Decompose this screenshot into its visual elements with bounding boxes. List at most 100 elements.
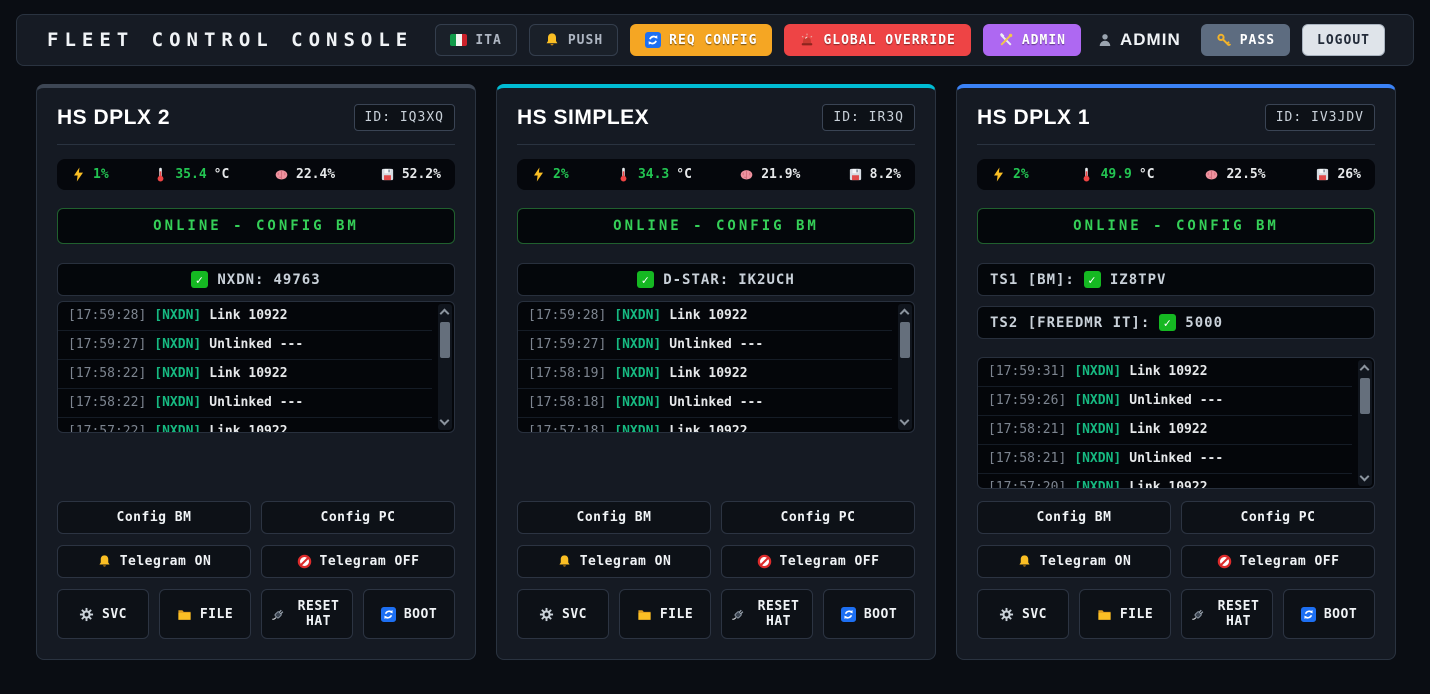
scrollbar-thumb[interactable] bbox=[1360, 378, 1370, 414]
global-override-button[interactable]: GLOBAL OVERRIDE bbox=[784, 24, 970, 56]
file-button[interactable]: FILE bbox=[1079, 589, 1171, 639]
boot-button[interactable]: BOOT bbox=[1283, 589, 1375, 639]
refresh-icon bbox=[1301, 607, 1316, 622]
disk-stat: 26% bbox=[1315, 167, 1360, 182]
log-entry: [17:59:27][NXDN]Unlinked --- bbox=[518, 331, 892, 360]
telegram-off-button[interactable]: Telegram OFF bbox=[261, 545, 455, 578]
scrollbar-thumb[interactable] bbox=[900, 322, 910, 358]
net-value: 5000 bbox=[1185, 315, 1223, 331]
admin-panel-button[interactable]: ADMIN bbox=[983, 24, 1081, 56]
net-label: NXDN: bbox=[217, 272, 264, 288]
scrollbar[interactable] bbox=[438, 304, 452, 430]
blocked-icon bbox=[757, 554, 772, 569]
config-bm-button[interactable]: Config BM bbox=[977, 501, 1171, 534]
file-button[interactable]: FILE bbox=[619, 589, 711, 639]
net-value: 49763 bbox=[274, 272, 321, 288]
config-bm-button[interactable]: Config BM bbox=[57, 501, 251, 534]
log-viewer[interactable]: [17:59:28][NXDN]Link 10922 [17:59:27][NX… bbox=[57, 301, 455, 433]
log-entry: [17:57:22][NXDN]Link 10922 bbox=[58, 418, 432, 433]
pass-button[interactable]: PASS bbox=[1201, 24, 1290, 56]
floppy-icon bbox=[1315, 167, 1330, 182]
log-entry: [17:59:28][NXDN]Link 10922 bbox=[518, 302, 892, 331]
log-viewer[interactable]: [17:59:28][NXDN]Link 10922 [17:59:27][NX… bbox=[517, 301, 915, 433]
svc-button[interactable]: SVC bbox=[57, 589, 149, 639]
folder-icon bbox=[637, 607, 652, 622]
config-pc-button[interactable]: Config PC bbox=[261, 501, 455, 534]
floppy-icon bbox=[848, 167, 863, 182]
stats-bar: 2% 49.9°C 22.5% 26% bbox=[977, 159, 1375, 190]
refresh-icon bbox=[645, 32, 661, 48]
check-icon bbox=[637, 271, 654, 288]
plug-icon bbox=[1191, 607, 1206, 622]
reset-hat-button[interactable]: RESET HAT bbox=[261, 589, 353, 639]
device-id-badge: ID: IR3Q bbox=[822, 104, 915, 131]
floppy-icon bbox=[380, 167, 395, 182]
telegram-off-button[interactable]: Telegram OFF bbox=[721, 545, 915, 578]
req-config-button[interactable]: REQ CONFIG bbox=[630, 24, 772, 56]
temperature-stat: 35.4°C bbox=[153, 167, 229, 182]
telegram-on-button[interactable]: Telegram ON bbox=[517, 545, 711, 578]
file-button[interactable]: FILE bbox=[159, 589, 251, 639]
current-user: ADMIN bbox=[1097, 30, 1181, 50]
log-entry: [17:58:22][NXDN]Link 10922 bbox=[58, 360, 432, 389]
svc-button[interactable]: SVC bbox=[517, 589, 609, 639]
tools-icon bbox=[998, 32, 1014, 48]
header-controls: ITA PUSH REQ CONFIG GLOBAL OVERRIDE ADMI… bbox=[435, 24, 1385, 56]
panel-title: HS SIMPLEX bbox=[517, 106, 649, 130]
gear-icon bbox=[79, 607, 94, 622]
log-entry: [17:58:19][NXDN]Link 10922 bbox=[518, 360, 892, 389]
scroll-up-arrow[interactable] bbox=[900, 309, 910, 319]
log-entry: [17:59:28][NXDN]Link 10922 bbox=[58, 302, 432, 331]
memory-stat: 21.9% bbox=[739, 167, 800, 182]
divider bbox=[977, 144, 1375, 145]
network-status-ts1: TS1 [BM]: IZ8TPV bbox=[977, 263, 1375, 296]
panel-title: HS DPLX 1 bbox=[977, 106, 1090, 130]
refresh-icon bbox=[841, 607, 856, 622]
scrollbar[interactable] bbox=[1358, 360, 1372, 486]
memory-stat: 22.5% bbox=[1204, 167, 1265, 182]
config-bm-button[interactable]: Config BM bbox=[517, 501, 711, 534]
thermometer-icon bbox=[616, 167, 631, 182]
scroll-down-arrow[interactable] bbox=[440, 416, 450, 426]
scroll-down-arrow[interactable] bbox=[900, 416, 910, 426]
log-entry: [17:58:18][NXDN]Unlinked --- bbox=[518, 389, 892, 418]
push-notifications-button[interactable]: PUSH bbox=[529, 24, 618, 56]
config-pc-button[interactable]: Config PC bbox=[1181, 501, 1375, 534]
boot-button[interactable]: BOOT bbox=[823, 589, 915, 639]
telegram-off-button[interactable]: Telegram OFF bbox=[1181, 545, 1375, 578]
memory-stat: 22.4% bbox=[274, 167, 335, 182]
telegram-on-button[interactable]: Telegram ON bbox=[977, 545, 1171, 578]
log-viewer[interactable]: [17:59:31][NXDN]Link 10922 [17:59:26][NX… bbox=[977, 357, 1375, 489]
blocked-icon bbox=[297, 554, 312, 569]
log-entry: [17:59:26][NXDN]Unlinked --- bbox=[978, 387, 1352, 416]
brain-icon bbox=[274, 167, 289, 182]
cpu-load-stat: 1% bbox=[71, 167, 109, 182]
temperature-stat: 49.9°C bbox=[1079, 167, 1155, 182]
disk-stat: 8.2% bbox=[848, 167, 901, 182]
reset-hat-button[interactable]: RESET HAT bbox=[1181, 589, 1273, 639]
network-status-nxdn: NXDN: 49763 bbox=[57, 263, 455, 296]
panel-hs-dplx-2: HS DPLX 2 ID: IQ3XQ 1% 35.4°C 22.4% 52.2… bbox=[36, 84, 476, 660]
scroll-up-arrow[interactable] bbox=[440, 309, 450, 319]
device-id-badge: ID: IV3JDV bbox=[1265, 104, 1375, 131]
bell-icon bbox=[97, 554, 112, 569]
scroll-up-arrow[interactable] bbox=[1360, 365, 1370, 375]
log-entry: [17:57:18][NXDN]Link 10922 bbox=[518, 418, 892, 433]
stats-bar: 2% 34.3°C 21.9% 8.2% bbox=[517, 159, 915, 190]
blocked-icon bbox=[1217, 554, 1232, 569]
scrollbar-thumb[interactable] bbox=[440, 322, 450, 358]
panel-title: HS DPLX 2 bbox=[57, 106, 170, 130]
scroll-down-arrow[interactable] bbox=[1360, 472, 1370, 482]
config-pc-button[interactable]: Config PC bbox=[721, 501, 915, 534]
scrollbar[interactable] bbox=[898, 304, 912, 430]
reset-hat-button[interactable]: RESET HAT bbox=[721, 589, 813, 639]
telegram-on-button[interactable]: Telegram ON bbox=[57, 545, 251, 578]
logout-button[interactable]: LOGOUT bbox=[1302, 24, 1385, 56]
boot-button[interactable]: BOOT bbox=[363, 589, 455, 639]
svc-button[interactable]: SVC bbox=[977, 589, 1069, 639]
network-status-ts2: TS2 [FREEDMR IT]: 5000 bbox=[977, 306, 1375, 339]
language-button[interactable]: ITA bbox=[435, 24, 516, 56]
zap-icon bbox=[531, 167, 546, 182]
net-value: IK2UCH bbox=[738, 272, 795, 288]
network-status-dstar: D-STAR: IK2UCH bbox=[517, 263, 915, 296]
